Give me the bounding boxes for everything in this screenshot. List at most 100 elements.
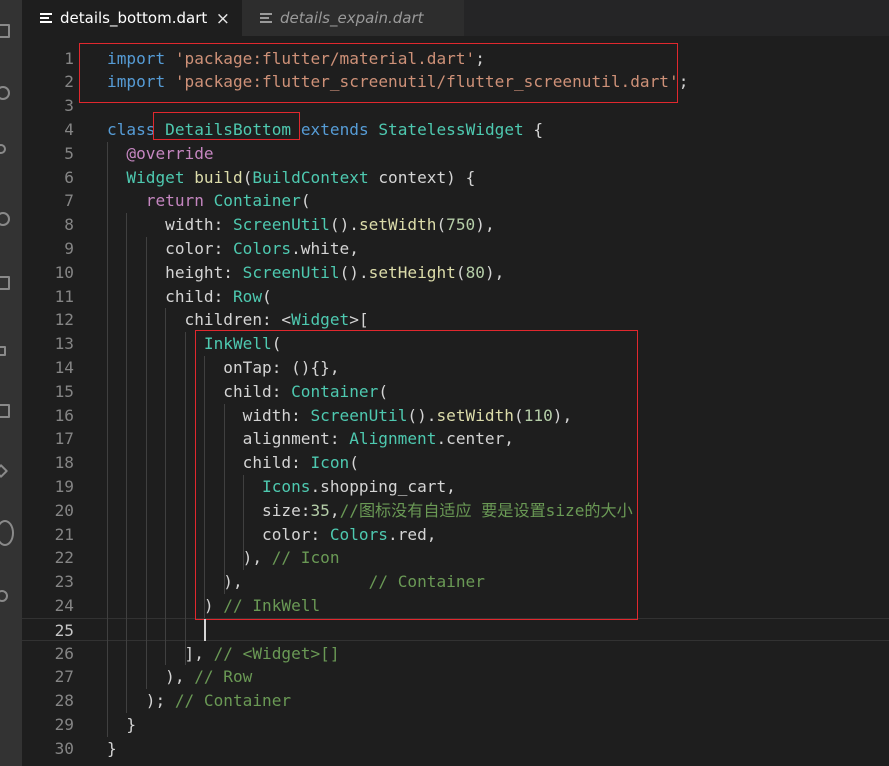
line-number: 15 <box>54 381 74 401</box>
indent-guide <box>184 332 186 666</box>
code-line[interactable]: 28 ); // Container <box>22 689 889 713</box>
code-token: @override <box>126 143 214 163</box>
tab-label: details_expain.dart <box>280 9 424 27</box>
annotation-box-inkwell <box>195 330 638 620</box>
code-token: context) { <box>368 167 476 187</box>
code-line[interactable]: 6 Widget build(BuildContext context) { <box>22 166 889 190</box>
gear-icon[interactable] <box>0 590 8 602</box>
code-text: height: ScreenUtil().setHeight(80), <box>107 261 504 285</box>
code-text: Widget build(BuildContext context) { <box>107 166 475 190</box>
activity-bar <box>0 0 22 766</box>
code-line[interactable]: 8 width: ScreenUtil().setWidth(750), <box>22 213 889 237</box>
line-number: 28 <box>54 691 74 711</box>
code-editor[interactable]: 1 import 'package:flutter/material.dart';… <box>22 36 889 766</box>
code-token: >[ <box>349 310 369 330</box>
code-token: 80 <box>465 262 485 282</box>
line-number: 25 <box>54 620 74 640</box>
code-token: ; <box>678 72 689 92</box>
line-number: 30 <box>54 738 74 758</box>
code-line[interactable]: 25 <box>22 617 889 642</box>
explorer-icon[interactable] <box>0 24 10 38</box>
code-token: class <box>107 119 156 139</box>
line-number: 18 <box>54 453 74 473</box>
line-number: 13 <box>54 334 74 354</box>
line-number: 17 <box>54 429 74 449</box>
code-token: // Container <box>174 691 292 711</box>
close-icon[interactable]: × <box>216 9 230 29</box>
code-text: } <box>107 737 117 761</box>
code-line[interactable]: 9 color: Colors.white, <box>22 237 889 261</box>
code-token: Widget <box>126 167 185 187</box>
book-icon[interactable] <box>0 404 10 418</box>
code-text: ), // Row <box>107 665 252 689</box>
code-line[interactable]: 10 height: ScreenUtil().setHeight(80), <box>22 261 889 285</box>
code-token: ], <box>107 643 214 663</box>
circle-icon[interactable] <box>0 520 14 546</box>
code-token: ( <box>300 191 311 211</box>
source-control-icon[interactable] <box>0 144 6 154</box>
code-token: ScreenUtil <box>232 215 330 235</box>
code-text: color: Colors.white, <box>107 237 359 261</box>
indent-guide <box>126 213 128 713</box>
code-token: ( <box>242 167 253 187</box>
line-number: 21 <box>54 524 74 544</box>
annotation-box-class-name <box>153 112 300 140</box>
code-token: children: < <box>107 310 292 330</box>
code-token: Widget <box>291 310 350 330</box>
code-line[interactable]: 29 } <box>22 713 889 737</box>
line-number: 10 <box>54 262 74 282</box>
code-token: 750 <box>446 215 476 235</box>
tab-details-expain[interactable]: details_expain.dart <box>242 0 464 36</box>
extensions-icon[interactable] <box>0 276 10 290</box>
line-number: 14 <box>54 357 74 377</box>
indent-guide <box>107 141 108 737</box>
tab-bar: details_bottom.dart × details_expain.dar… <box>22 0 889 36</box>
code-token: ( <box>455 262 466 282</box>
indent-guide <box>165 308 167 666</box>
code-text: return Container( <box>107 189 311 213</box>
code-text: child: Row( <box>107 285 272 309</box>
line-number: 11 <box>54 286 74 306</box>
code-line[interactable]: 30} <box>22 737 889 761</box>
line-number: 16 <box>54 405 74 425</box>
code-token: StatelessWidget <box>378 119 524 139</box>
search-icon[interactable] <box>0 86 10 100</box>
code-text: ], // <Widget>[] <box>107 642 340 666</box>
code-token: setHeight <box>368 262 456 282</box>
line-number: 3 <box>64 96 74 116</box>
code-token: // Row <box>194 667 253 687</box>
line-number: 26 <box>54 643 74 663</box>
code-token: return <box>145 191 204 211</box>
line-number: 6 <box>64 167 74 187</box>
code-token: (). <box>339 262 369 282</box>
code-line[interactable]: 5 @override <box>22 142 889 166</box>
code-token: // <Widget>[] <box>213 643 340 663</box>
line-number: 19 <box>54 476 74 496</box>
line-number: 20 <box>54 500 74 520</box>
code-token: Colors <box>232 238 292 258</box>
code-line[interactable]: 12 children: <Widget>[ <box>22 308 889 332</box>
line-number: 9 <box>64 238 74 258</box>
flask-icon[interactable] <box>0 346 6 356</box>
code-line[interactable]: 7 return Container( <box>22 189 889 213</box>
line-number: 27 <box>54 667 74 687</box>
code-text: width: ScreenUtil().setWidth(750), <box>107 213 495 237</box>
code-text: @override <box>107 142 214 166</box>
line-number: 23 <box>54 572 74 592</box>
code-line[interactable]: 11 child: Row( <box>22 285 889 309</box>
code-line[interactable]: 26 ], // <Widget>[] <box>22 642 889 666</box>
tab-details-bottom[interactable]: details_bottom.dart × <box>22 0 242 36</box>
code-token: Container <box>213 191 301 211</box>
debug-icon[interactable] <box>0 212 10 226</box>
file-lines-icon <box>40 12 52 24</box>
code-token: ScreenUtil <box>242 262 340 282</box>
code-token: ), <box>475 215 495 235</box>
file-lines-icon <box>260 12 272 24</box>
code-text: } <box>107 713 136 737</box>
code-token: } <box>107 738 117 758</box>
code-line[interactable]: 27 ), // Row <box>22 665 889 689</box>
code-token: ), <box>484 262 505 282</box>
arrow-icon[interactable] <box>0 463 9 479</box>
code-token: (). <box>329 215 359 235</box>
